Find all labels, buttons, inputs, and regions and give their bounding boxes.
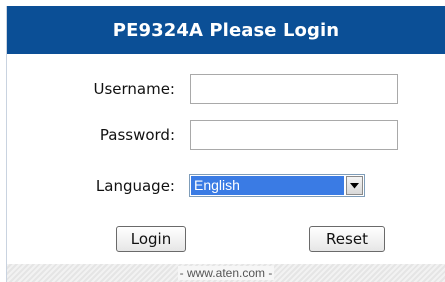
chevron-down-icon-glyph xyxy=(350,182,359,188)
language-selected-value: English xyxy=(191,176,344,195)
username-input[interactable] xyxy=(190,74,398,104)
language-label: Language: xyxy=(95,177,175,195)
login-button[interactable]: Login xyxy=(116,226,186,252)
reset-button[interactable]: Reset xyxy=(309,226,385,252)
password-input[interactable] xyxy=(190,120,398,150)
page-title: PE9324A Please Login xyxy=(112,19,340,41)
password-label: Password: xyxy=(99,126,175,144)
username-row: Username: xyxy=(7,74,445,104)
login-panel: PE9324A Please Login Username: Password:… xyxy=(6,6,445,282)
footer-link-text: - www.aten.com - xyxy=(177,266,275,280)
chevron-down-icon[interactable] xyxy=(346,176,363,195)
footer-bar: - www.aten.com - xyxy=(7,264,445,282)
language-select[interactable]: English xyxy=(189,174,365,197)
username-label: Username: xyxy=(93,80,175,98)
language-row: Language: English xyxy=(7,174,445,204)
login-header: PE9324A Please Login xyxy=(7,6,445,54)
password-row: Password: xyxy=(7,120,445,150)
